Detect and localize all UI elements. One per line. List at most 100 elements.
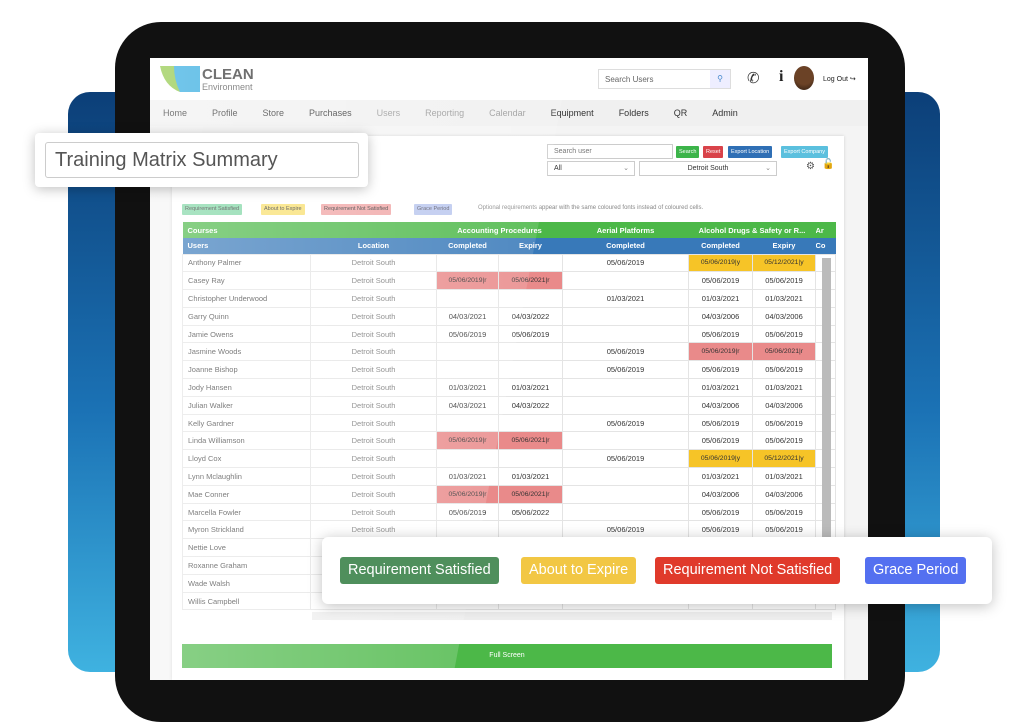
course-header[interactable]: Aerial Platforms <box>562 222 689 238</box>
legend-not-satisfied: Requirement Not Satisfied <box>655 557 841 584</box>
course-header[interactable]: Accounting Procedures <box>436 222 563 238</box>
location-cell: Detroit South <box>310 306 437 326</box>
location-select[interactable]: Detroit South ⌄ <box>639 161 777 176</box>
cell-text: Casey Ray <box>188 276 225 286</box>
date-cell <box>498 253 563 273</box>
date-cell: 05/06/2019|r <box>436 271 499 291</box>
location-value: Detroit South <box>687 165 729 172</box>
location-cell: Detroit South <box>310 484 437 504</box>
reset-button[interactable]: Reset <box>703 146 724 158</box>
date-cell: 05/06/2019 <box>752 324 816 344</box>
export-company-button[interactable]: Export Company <box>781 146 828 158</box>
full-screen-button[interactable]: Full Screen <box>182 644 832 668</box>
cell-text: 04/03/2006 <box>765 489 803 499</box>
filter-value: All <box>554 165 562 172</box>
cell-text: 05/06/2019 <box>606 365 645 375</box>
nav-home[interactable]: Home <box>163 108 187 118</box>
date-cell: 04/03/2021 <box>436 395 499 415</box>
location-header[interactable]: Location <box>310 238 437 254</box>
cell-text: 04/03/2021 <box>448 400 487 410</box>
user-name-cell: Jasmine Woods <box>182 342 311 362</box>
cell-text: Detroit South <box>351 400 396 410</box>
user-name-cell: Jody Hansen <box>182 378 311 397</box>
gear-icon[interactable]: ⚙ <box>806 161 815 172</box>
cell-text: 05/06/2019|r <box>448 277 487 285</box>
cell-text: 01/03/2021 <box>511 471 550 481</box>
cell-text: 05/12/2021|y <box>764 455 804 463</box>
table-row: Lloyd Cox Detroit South 05/06/2019 05/06/20… <box>182 449 836 469</box>
cell-text: 01/03/2021 <box>765 471 803 481</box>
cell-text: 04/03/2006 <box>701 311 740 321</box>
location-cell: Detroit South <box>310 378 437 397</box>
logout-link[interactable]: Log Out ↪ <box>823 75 856 83</box>
nav-calendar[interactable]: Calendar <box>489 108 526 118</box>
phone-icon[interactable]: ✆ <box>747 69 760 87</box>
nav-store[interactable]: Store <box>263 108 285 118</box>
cell-text: 04/03/2006 <box>701 489 740 499</box>
nav-equipment[interactable]: Equipment <box>551 108 594 118</box>
date-cell: 05/12/2021|y <box>752 253 816 273</box>
legend-grace: Grace Period <box>865 557 967 584</box>
export-location-button[interactable]: Export Location <box>728 146 773 158</box>
nav-folders[interactable]: Folders <box>619 108 649 118</box>
nav-profile[interactable]: Profile <box>212 108 238 118</box>
lock-icon[interactable]: 🔓 <box>822 159 834 170</box>
user-name-cell: Jamie Owens <box>182 324 311 344</box>
date-cell <box>498 449 563 469</box>
cell-text: 01/03/2021 <box>765 293 803 303</box>
cell-text: 05/06/2019 <box>701 507 740 517</box>
date-cell: 04/03/2022 <box>498 306 563 326</box>
date-cell: 05/06/2019 <box>688 431 753 451</box>
date-cell: 05/06/2019 <box>562 449 689 469</box>
nav-purchases[interactable]: Purchases <box>309 108 352 118</box>
title-overlay: Training Matrix Summary <box>35 133 368 187</box>
date-cell: 04/03/2022 <box>498 395 563 415</box>
search-user-input[interactable]: Search user <box>547 144 673 159</box>
nav-users[interactable]: Users <box>377 108 401 118</box>
info-icon[interactable]: i <box>779 68 783 86</box>
cell-text: 05/06/2019 <box>701 329 740 339</box>
date-cell <box>562 271 689 291</box>
search-button[interactable]: Search <box>676 146 700 158</box>
cell-text: Myron Strickland <box>188 525 244 535</box>
horizontal-scrollbar[interactable] <box>312 612 832 620</box>
search-users-input[interactable]: Search Users ⚲ <box>598 69 731 89</box>
cell-text: Detroit South <box>351 454 396 464</box>
table-row: Garry Quinn Detroit South 04/03/2021 04/03/… <box>182 306 836 326</box>
cell-text: 05/06/2019 <box>511 329 550 339</box>
cell-text: Roxanne Graham <box>188 560 248 570</box>
date-cell <box>562 484 689 504</box>
nav-qr[interactable]: QR <box>674 108 688 118</box>
cell-text: 01/03/2021 <box>701 293 740 303</box>
filter-select[interactable]: All ⌄ <box>547 161 635 176</box>
course-header[interactable]: Alcohol Drugs & Safety or R... <box>688 222 816 238</box>
cell-text: 01/03/2021 <box>511 382 550 392</box>
cell-text: 05/06/2019 <box>701 525 740 535</box>
date-cell: 05/12/2021|y <box>752 449 816 469</box>
logo-subtext: Environment <box>202 82 253 92</box>
user-name-cell: Kelly Gardner <box>182 413 311 433</box>
cell-text: Detroit South <box>351 258 396 268</box>
table-row: Lynn Mclaughlin Detroit South 01/03/2021 01… <box>182 467 836 486</box>
date-cell: 04/03/2006 <box>688 484 753 504</box>
cell-text: Wade Walsh <box>188 578 230 588</box>
course-header[interactable]: Ar <box>815 222 836 238</box>
avatar[interactable] <box>794 66 814 90</box>
users-header[interactable]: Users <box>182 238 311 254</box>
date-cell: 05/06/2019|r <box>688 342 753 362</box>
cell-text: Detroit South <box>351 347 396 357</box>
nav-reporting[interactable]: Reporting <box>425 108 464 118</box>
courses-header: Courses <box>182 222 311 238</box>
search-icon[interactable]: ⚲ <box>710 70 730 88</box>
subheader: Completed <box>688 238 753 254</box>
date-cell: 01/03/2021 <box>752 467 816 486</box>
date-cell: 01/03/2021 <box>752 378 816 397</box>
cell-text: Julian Walker <box>188 400 233 410</box>
date-cell <box>498 360 563 380</box>
cell-text: 05/06/2019 <box>765 436 803 446</box>
user-name-cell: Casey Ray <box>182 271 311 291</box>
legend-grace-small: Grace Period <box>414 204 453 215</box>
cell-text: Detroit South <box>351 365 396 375</box>
subheader: Co <box>815 238 836 254</box>
nav-admin[interactable]: Admin <box>712 108 738 118</box>
